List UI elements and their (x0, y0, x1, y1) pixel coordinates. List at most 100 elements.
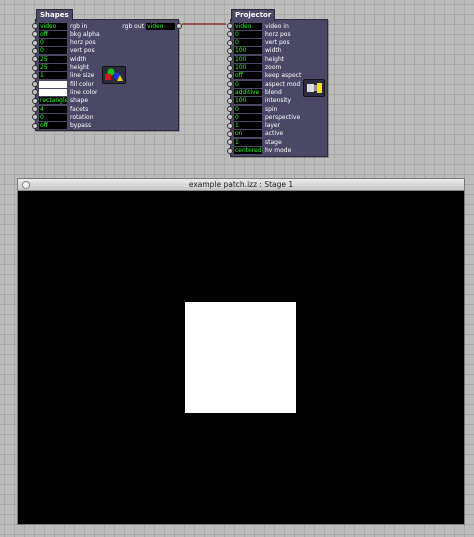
property-value[interactable]: 0 (39, 113, 67, 121)
input-property-row[interactable]: 4 facets (32, 105, 88, 113)
property-value[interactable]: video (39, 22, 67, 30)
input-port-dot[interactable] (227, 81, 233, 88)
stage-window[interactable]: example patch.izz : Stage 1 (17, 178, 465, 525)
property-value[interactable] (39, 80, 67, 88)
input-port-dot[interactable] (227, 23, 233, 29)
input-property-row[interactable]: 0 vert pos (227, 39, 290, 47)
input-port-dot[interactable] (32, 72, 38, 79)
property-value[interactable]: 1 (234, 138, 262, 146)
input-property-row[interactable]: off bkg alpha (32, 30, 100, 38)
input-port-dot[interactable] (227, 56, 233, 63)
property-value[interactable]: video (234, 22, 262, 30)
property-value[interactable]: 1 (39, 72, 67, 80)
shapes-actor-title[interactable]: Shapes (36, 9, 73, 21)
input-property-row[interactable]: 25 height (32, 64, 89, 72)
input-port-dot[interactable] (32, 23, 38, 29)
input-port-dot[interactable] (32, 81, 38, 88)
property-name: width (70, 55, 87, 63)
property-value[interactable]: off (39, 122, 67, 130)
stage-titlebar[interactable]: example patch.izz : Stage 1 (18, 179, 464, 191)
input-property-row[interactable]: 0 aspect mod (227, 80, 300, 88)
property-value[interactable]: 0 (234, 113, 262, 121)
input-port-dot[interactable] (227, 39, 233, 46)
input-property-row[interactable]: additive blend (227, 88, 282, 96)
input-port-dot[interactable] (32, 97, 38, 104)
property-value[interactable]: centered (234, 147, 262, 154)
property-value[interactable]: 0 (234, 105, 262, 113)
input-property-row[interactable]: 0 rotation (32, 113, 94, 121)
input-port-dot[interactable] (227, 72, 233, 79)
output-port-dot[interactable] (176, 23, 182, 29)
input-port-dot[interactable] (227, 64, 233, 71)
input-port-dot[interactable] (32, 122, 38, 129)
property-value[interactable]: off (234, 72, 262, 80)
property-value[interactable]: 4 (39, 105, 67, 113)
output-value[interactable]: video (146, 22, 175, 30)
input-port-dot[interactable] (227, 147, 233, 154)
input-port-dot[interactable] (32, 31, 38, 38)
property-value[interactable]: 25 (39, 55, 67, 63)
property-value[interactable]: 0 (234, 80, 262, 88)
input-port-dot[interactable] (227, 89, 233, 96)
input-property-row[interactable]: 0 perspective (227, 113, 300, 121)
property-value[interactable]: 100 (234, 47, 262, 55)
property-value[interactable]: rectangle (39, 97, 67, 105)
projector-actor-title[interactable]: Projector (231, 9, 276, 21)
input-port-dot[interactable] (32, 64, 38, 71)
property-value[interactable]: additive (234, 88, 262, 96)
property-name: layer (265, 122, 281, 130)
input-port-dot[interactable] (32, 39, 38, 46)
property-value[interactable]: 100 (234, 55, 262, 63)
input-port-dot[interactable] (227, 130, 233, 137)
input-port-dot[interactable] (227, 47, 233, 54)
input-port-dot[interactable] (227, 114, 233, 121)
property-value[interactable]: 0 (39, 47, 67, 55)
property-value[interactable]: 0 (234, 39, 262, 47)
shapes-output-port[interactable]: rgb out video (122, 22, 182, 30)
input-property-row[interactable]: line color (32, 88, 98, 96)
property-value[interactable]: off (39, 30, 67, 38)
input-property-row[interactable]: 0 spin (227, 105, 277, 113)
input-port-dot[interactable] (227, 122, 233, 129)
input-port-dot[interactable] (227, 31, 233, 38)
close-icon[interactable] (22, 181, 30, 189)
input-property-row[interactable]: video video in (227, 22, 289, 30)
property-value[interactable] (39, 88, 67, 96)
input-property-row[interactable]: 25 width (32, 55, 87, 63)
input-property-row[interactable]: 1 stage (227, 138, 282, 146)
input-port-dot[interactable] (32, 47, 38, 54)
property-value[interactable]: 100 (234, 64, 262, 71)
input-property-row[interactable]: off bypass (32, 122, 91, 130)
input-property-row[interactable]: off keep aspect (227, 72, 301, 80)
input-property-row[interactable]: on active (227, 130, 283, 138)
shapes-icon (102, 66, 126, 84)
input-port-dot[interactable] (227, 97, 233, 104)
input-port-dot[interactable] (32, 89, 38, 96)
property-value[interactable]: 100 (234, 97, 262, 105)
input-property-row[interactable]: centered hv mode (227, 147, 291, 155)
input-property-row[interactable]: 100 height (227, 55, 284, 63)
input-property-row[interactable]: 100 intensity (227, 97, 291, 105)
property-value[interactable]: 1 (234, 122, 262, 130)
projector-actor[interactable]: Projector video video in 0 horz pos 0 vert po… (227, 9, 328, 157)
property-value[interactable]: on (234, 130, 262, 138)
property-value[interactable]: 0 (39, 39, 67, 47)
input-property-row[interactable]: video rgb in (32, 22, 87, 30)
property-value[interactable]: 25 (39, 64, 67, 71)
input-property-row[interactable]: 0 horz pos (32, 39, 96, 47)
input-property-row[interactable]: fill color (32, 80, 94, 88)
shapes-actor[interactable]: Shapes video rgb in off bkg alpha 0 horz pos 0… (32, 9, 182, 131)
property-value[interactable]: 0 (234, 30, 262, 38)
input-port-dot[interactable] (227, 139, 233, 146)
input-property-row[interactable]: 100 width (227, 47, 282, 55)
input-port-dot[interactable] (32, 106, 38, 112)
input-property-row[interactable]: 1 layer (227, 122, 281, 130)
input-port-dot[interactable] (227, 106, 233, 112)
input-port-dot[interactable] (32, 114, 38, 121)
input-property-row[interactable]: 1 line size (32, 72, 94, 80)
input-property-row[interactable]: 100 zoom (227, 64, 281, 72)
input-port-dot[interactable] (32, 56, 38, 63)
input-property-row[interactable]: 0 vert pos (32, 47, 95, 55)
input-property-row[interactable]: 0 horz pos (227, 30, 291, 38)
input-property-row[interactable]: rectangle shape (32, 97, 88, 105)
